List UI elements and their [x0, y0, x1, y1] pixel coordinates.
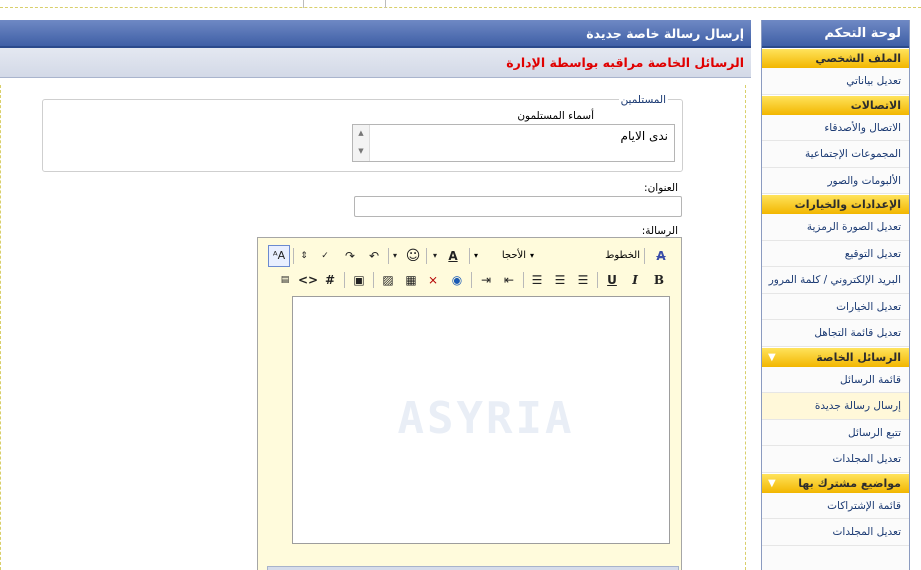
section-label: مواضيع مشترك بها: [798, 476, 901, 490]
align-center-icon[interactable]: ☰: [549, 269, 571, 291]
sidebar-item-edit-options[interactable]: تعديل الخيارات: [762, 293, 909, 320]
editor-toolbar-row-2: ▤ <> # ▣ ▨ ▦ ⨯ ◉ ⇥ ⇤ ☰ ☰ ☰ U I B: [262, 269, 678, 291]
control-panel-sidebar: لوحة التحكم الملف الشخصي تعديل بياناتي ا…: [761, 20, 910, 570]
divider: [469, 248, 470, 264]
divider: [373, 272, 374, 288]
outdent-icon[interactable]: ⇤: [498, 269, 520, 291]
color-dropdown-icon[interactable]: ▾: [430, 245, 440, 267]
switch-editor-mode-icon[interactable]: ᴬA: [268, 245, 290, 267]
divider: [523, 272, 524, 288]
divider: [426, 248, 427, 264]
sidebar-item-track-messages[interactable]: تتبع الرسائل: [762, 419, 909, 446]
spell-check-icon[interactable]: ✓: [314, 245, 336, 267]
recipients-input[interactable]: ▲ ▼ ندى الايام: [352, 124, 675, 162]
divider: [471, 272, 472, 288]
divider: [388, 248, 389, 264]
insert-link-icon[interactable]: ◉: [446, 269, 468, 291]
sidebar-section-contacts[interactable]: الاتصالات: [762, 94, 909, 115]
sidebar-section-settings[interactable]: الإعدادات والخيارات: [762, 194, 909, 214]
smiley-icon[interactable]: ☺: [402, 245, 424, 267]
section-label: الرسائل الخاصة: [816, 350, 901, 364]
forum-watermark: ASYRIA: [397, 393, 575, 444]
divider: [644, 248, 645, 264]
code-hash-icon[interactable]: #: [319, 269, 341, 291]
recipients-label: أسماء المستلمون: [517, 110, 594, 122]
remove-format-icon[interactable]: A: [650, 245, 672, 267]
align-left-icon[interactable]: ☰: [572, 269, 594, 291]
divider: [385, 0, 386, 8]
recipients-scrollbar[interactable]: ▲ ▼: [353, 125, 370, 161]
message-label: الرسالة:: [641, 225, 678, 237]
top-border: [0, 0, 921, 8]
indent-icon[interactable]: ⇥: [475, 269, 497, 291]
sidebar-section-subscriptions[interactable]: مواضيع مشترك بها ▼: [762, 472, 909, 493]
php-code-icon[interactable]: ▤: [274, 269, 296, 291]
quote-icon[interactable]: ▣: [348, 269, 370, 291]
subject-label: العنوان:: [644, 182, 678, 194]
sidebar-item-email-password[interactable]: البريد الإلكتروني / كلمة المرور: [762, 267, 909, 294]
sidebar-item-send-new-message[interactable]: إرسال رسالة جديدة: [762, 393, 909, 420]
sidebar-title: لوحة التحكم: [762, 20, 909, 48]
font-color-icon[interactable]: A: [442, 245, 464, 267]
page-title: إرسال رسالة خاصة جديدة: [0, 20, 751, 48]
editor-toolbar-row-1: ᴬA ⇕ ✓ ↷ ↶ ▾ ☺ ▾ A ▾ الأحجا ▾ الخطوط A: [262, 245, 678, 267]
dropdown-arrow-icon: ▾: [530, 251, 535, 260]
subject-input[interactable]: [354, 196, 682, 217]
italic-icon[interactable]: I: [624, 269, 646, 291]
font-size-select[interactable]: ▾ الأحجا: [474, 247, 526, 265]
resize-editor-icon[interactable]: ⇕: [293, 245, 315, 267]
dropdown-arrow-icon: ▾: [474, 251, 479, 260]
divider: [344, 272, 345, 288]
smilies-dropdown-icon[interactable]: ▾: [390, 245, 400, 267]
sidebar-item-edit-signature[interactable]: تعديل التوقيع: [762, 240, 909, 267]
insert-attachment-icon[interactable]: ▦: [400, 269, 422, 291]
font-label: الخطوط: [605, 250, 640, 261]
chevron-down-icon: ▼: [768, 477, 776, 489]
sidebar-item-edit-avatar[interactable]: تعديل الصورة الرمزية: [762, 214, 909, 241]
sidebar-item-albums[interactable]: الألبومات والصور: [762, 167, 909, 194]
undo-icon[interactable]: ↶: [363, 245, 385, 267]
form-body: المستلمين أسماء المستلمون ▲ ▼ ندى الايام…: [0, 85, 746, 570]
sidebar-section-private-messages[interactable]: الرسائل الخاصة ▼: [762, 346, 909, 367]
font-select[interactable]: ▾ الخطوط: [530, 247, 640, 265]
new-private-message-panel: إرسال رسالة خاصة جديدة الرسائل الخاصة مر…: [0, 20, 751, 570]
message-textarea[interactable]: ASYRIA: [292, 296, 670, 544]
sidebar-item-social-groups[interactable]: المجموعات الإجتماعية: [762, 141, 909, 168]
message-editor: ᴬA ⇕ ✓ ↷ ↶ ▾ ☺ ▾ A ▾ الأحجا ▾ الخطوط A ▤…: [257, 237, 682, 570]
sidebar-item-edit-profile[interactable]: تعديل بياناتي: [762, 68, 909, 95]
html-code-icon[interactable]: <>: [297, 269, 319, 291]
font-size-label: الأحجا: [501, 250, 526, 261]
sidebar-item-message-list[interactable]: قائمة الرسائل: [762, 366, 909, 393]
moderation-notice: الرسائل الخاصة مراقبه بواسطة الإدارة: [0, 48, 751, 78]
sidebar-item-edit-folders[interactable]: تعديل المجلدات: [762, 446, 909, 473]
scroll-down-icon[interactable]: ▼: [353, 145, 369, 157]
redo-icon[interactable]: ↷: [339, 245, 361, 267]
underline-icon[interactable]: U: [601, 269, 623, 291]
chevron-down-icon: ▼: [768, 351, 776, 363]
divider: [597, 272, 598, 288]
sidebar-item-contacts-friends[interactable]: الاتصال والأصدقاء: [762, 114, 909, 141]
align-right-icon[interactable]: ☰: [526, 269, 548, 291]
sidebar-item-subscription-list[interactable]: قائمة الإشتراكات: [762, 492, 909, 519]
sidebar-section-profile[interactable]: الملف الشخصي: [762, 48, 909, 68]
bold-icon[interactable]: B: [648, 269, 670, 291]
editor-footer-bar: [267, 566, 679, 570]
insert-image-icon[interactable]: ▨: [377, 269, 399, 291]
sidebar-item-ignore-list[interactable]: تعديل قائمة التجاهل: [762, 320, 909, 347]
recipients-legend: المستلمين: [618, 94, 668, 106]
recipients-value: ندى الايام: [620, 129, 668, 143]
scroll-up-icon[interactable]: ▲: [353, 127, 369, 139]
unlink-icon[interactable]: ⨯: [422, 269, 444, 291]
sidebar-item-edit-subscription-folders[interactable]: تعديل المجلدات: [762, 519, 909, 546]
recipients-fieldset: المستلمين أسماء المستلمون ▲ ▼ ندى الايام: [42, 94, 683, 172]
divider: [303, 0, 304, 8]
